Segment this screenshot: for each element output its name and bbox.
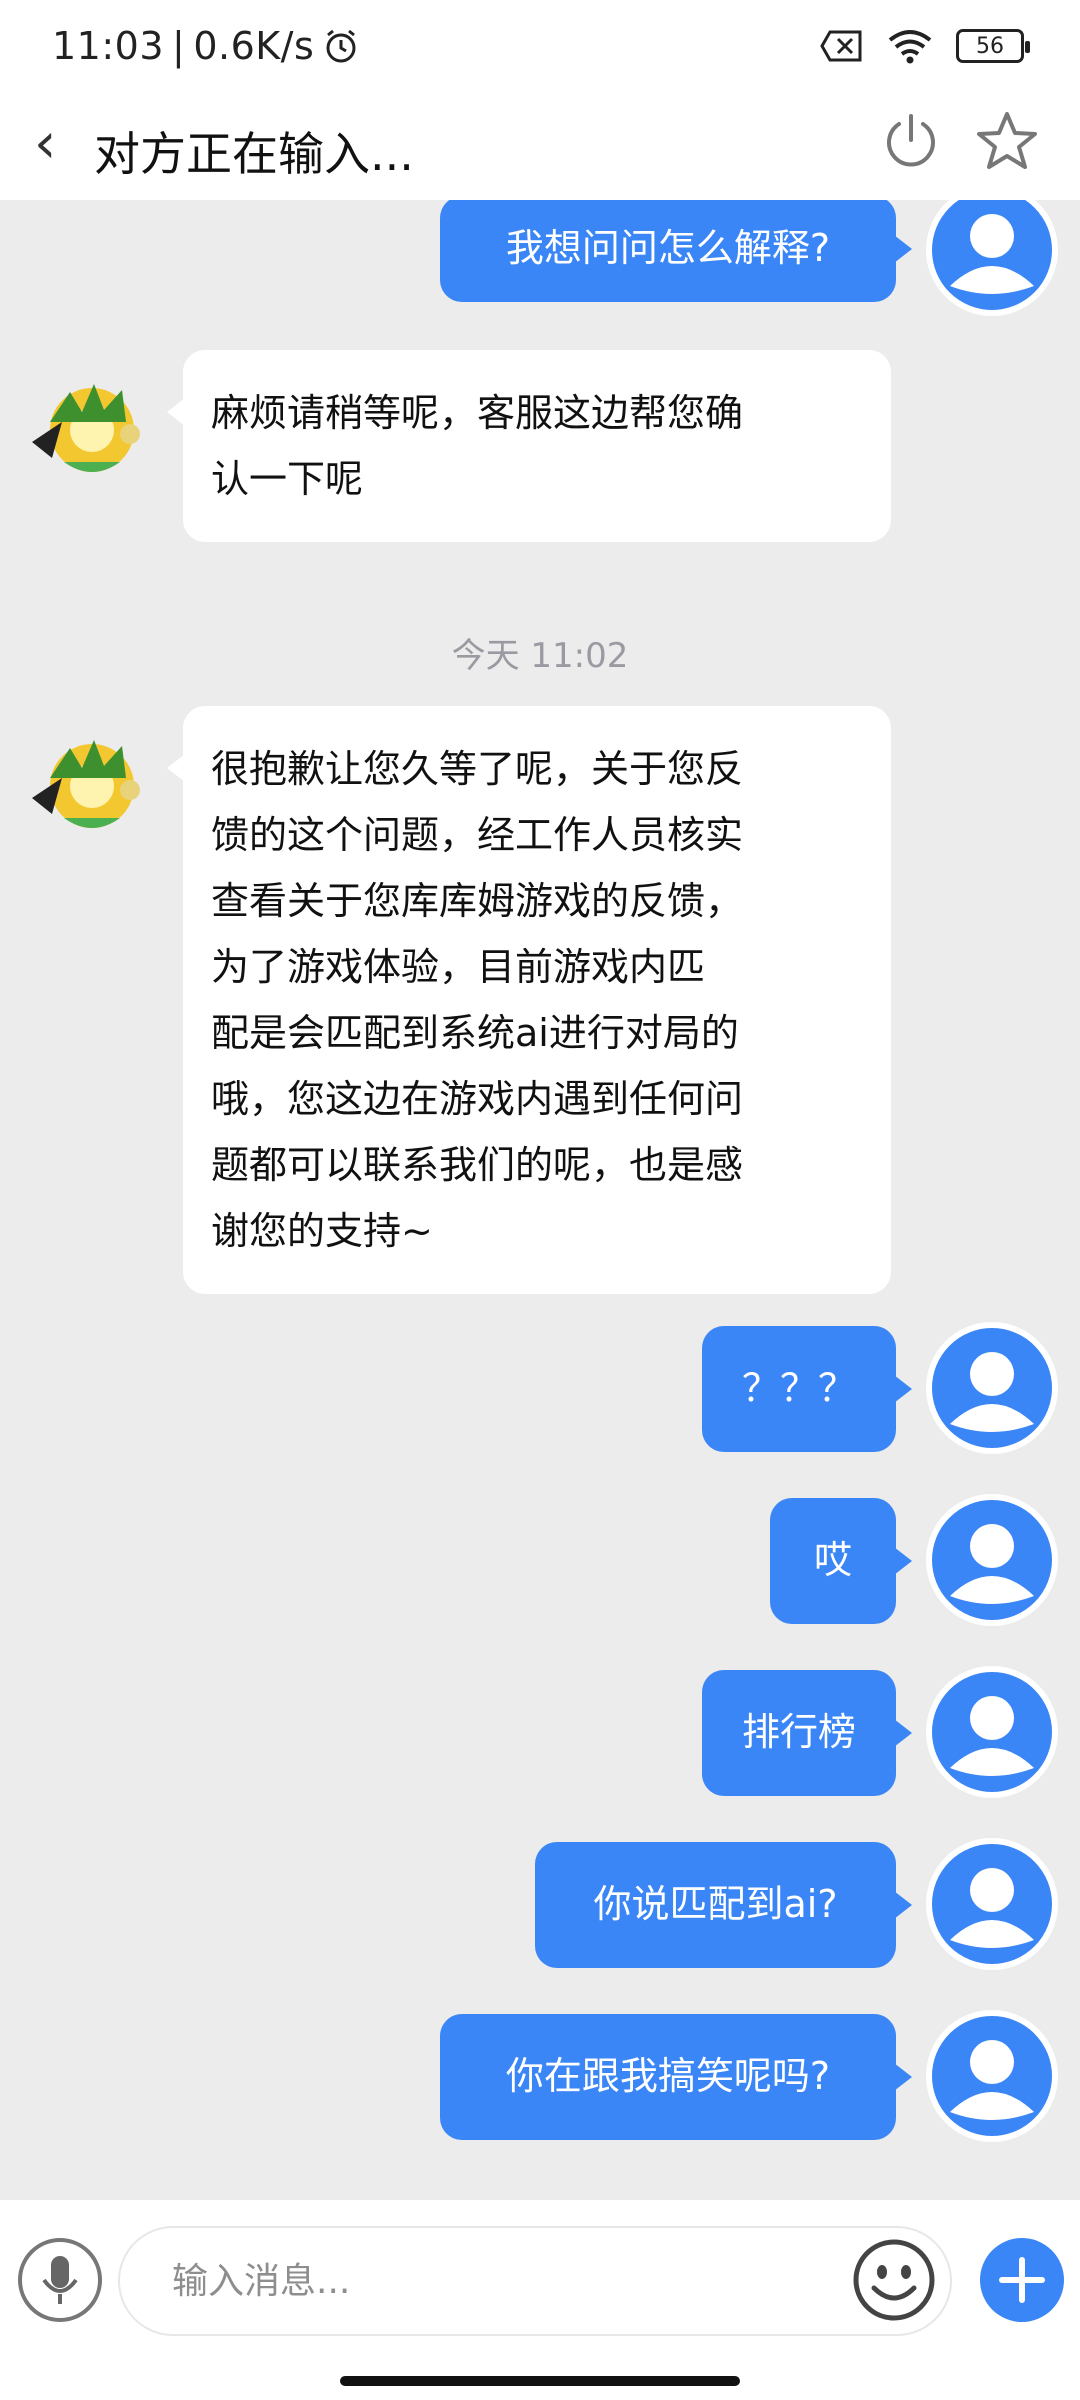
network-speed: 0.6K/s <box>193 24 315 68</box>
message-incoming: 麻烦请稍等呢，客服这边帮您确 认一下呢 <box>0 350 1080 550</box>
emoji-icon <box>853 2239 935 2321</box>
agent-avatar-icon[interactable] <box>22 718 152 848</box>
avatar[interactable] <box>926 1666 1058 1798</box>
chat-area[interactable]: 我想问问怎么解释? 麻烦请稍等呢，客服这边帮您确 认一下呢 今天 11:02 很… <box>0 200 1080 2200</box>
message-text: 我想问问怎么解释? <box>505 226 831 271</box>
separator-bar: | <box>172 24 186 68</box>
message-bubble[interactable]: 你说匹配到ai? <box>535 1842 912 1968</box>
home-indicator[interactable] <box>340 2376 740 2386</box>
message-line: 题都可以联系我们的呢，也是感 <box>211 1143 744 1187</box>
message-incoming: 很抱歉让您久等了呢，关于您反 馈的这个问题，经工作人员核实 查看关于您库库姆游戏… <box>0 706 1080 1294</box>
message-text: 你在跟我搞笑呢吗? <box>505 2054 831 2099</box>
wifi-icon <box>888 30 932 64</box>
alarm-icon <box>326 29 356 63</box>
message-line: 很抱歉让您久等了呢，关于您反 <box>211 747 744 791</box>
message-line: 为了游戏体验，目前游戏内匹 <box>211 945 706 989</box>
power-icon[interactable] <box>880 110 942 172</box>
time-separator: 今天 11:02 <box>451 636 629 676</box>
user-icon <box>950 1352 1034 1432</box>
plus-icon <box>999 2257 1045 2303</box>
battery-level: 56 <box>976 33 1004 59</box>
message-line: 哦，您这边在游戏内遇到任何问 <box>211 1077 744 1121</box>
sim-off-icon <box>820 30 862 62</box>
message-line: 配是会匹配到系统ai进行对局的 <box>211 1011 739 1055</box>
message-outgoing: 你在跟我搞笑呢吗? <box>0 2010 1080 2150</box>
message-line: 谢您的支持~ <box>211 1209 433 1253</box>
status-right: 56 <box>820 28 1030 64</box>
message-bubble[interactable]: 哎 <box>770 1498 912 1624</box>
status-bar: 11:03 | 0.6K/s 56 <box>0 0 1080 100</box>
message-text: 排行榜 <box>741 1710 856 1755</box>
avatar[interactable] <box>926 1322 1058 1454</box>
user-icon <box>950 2040 1034 2120</box>
agent-avatar-icon[interactable] <box>22 362 152 492</box>
message-outgoing: 哎 <box>0 1494 1080 1634</box>
emoji-button[interactable] <box>852 2238 936 2322</box>
message-composer <box>0 2200 1080 2400</box>
message-input[interactable] <box>118 2226 952 2336</box>
avatar[interactable] <box>926 1494 1058 1626</box>
avatar[interactable] <box>926 200 1058 316</box>
user-icon <box>950 214 1034 294</box>
message-line: 认一下呢 <box>211 457 364 501</box>
message-bubble[interactable]: ？？？ <box>702 1326 912 1452</box>
add-button[interactable] <box>980 2238 1064 2322</box>
clock: 11:03 <box>52 24 165 68</box>
user-icon <box>950 1524 1034 1604</box>
star-icon[interactable] <box>974 108 1040 174</box>
avatar[interactable] <box>926 2010 1058 2142</box>
message-line: 馈的这个问题，经工作人员核实 <box>211 813 744 857</box>
status-left: 11:03 | 0.6K/s <box>52 24 360 68</box>
message-text: 你说匹配到ai? <box>593 1882 838 1927</box>
message-line: 麻烦请稍等呢，客服这边帮您确 <box>211 391 744 435</box>
message-line: 查看关于您库库姆游戏的反馈， <box>211 879 744 923</box>
message-outgoing: 我想问问怎么解释? <box>0 200 1080 316</box>
chevron-left-icon[interactable]: ‹ <box>34 116 56 172</box>
message-bubble[interactable]: 我想问问怎么解释? <box>440 200 912 302</box>
message-outgoing: ？？？ <box>0 1322 1080 1462</box>
message-bubble[interactable]: 麻烦请稍等呢，客服这边帮您确 认一下呢 <box>167 350 891 542</box>
message-text: 哎 <box>813 1538 852 1583</box>
microphone-icon <box>42 2256 78 2304</box>
message-outgoing: 排行榜 <box>0 1666 1080 1806</box>
battery-icon: 56 <box>956 29 1030 63</box>
avatar[interactable] <box>926 1838 1058 1970</box>
message-bubble[interactable]: 你在跟我搞笑呢吗? <box>440 2014 912 2140</box>
chat-header: ‹ 对方正在输入... <box>0 100 1080 200</box>
message-outgoing: 你说匹配到ai? <box>0 1838 1080 1978</box>
chat-title: 对方正在输入... <box>94 127 414 181</box>
message-bubble[interactable]: 很抱歉让您久等了呢，关于您反 馈的这个问题，经工作人员核实 查看关于您库库姆游戏… <box>167 706 891 1294</box>
message-bubble[interactable]: 排行榜 <box>702 1670 912 1796</box>
user-icon <box>950 1696 1034 1776</box>
user-icon <box>950 1868 1034 1948</box>
microphone-button[interactable] <box>18 2238 102 2322</box>
message-text: ？？？ <box>741 1366 856 1411</box>
